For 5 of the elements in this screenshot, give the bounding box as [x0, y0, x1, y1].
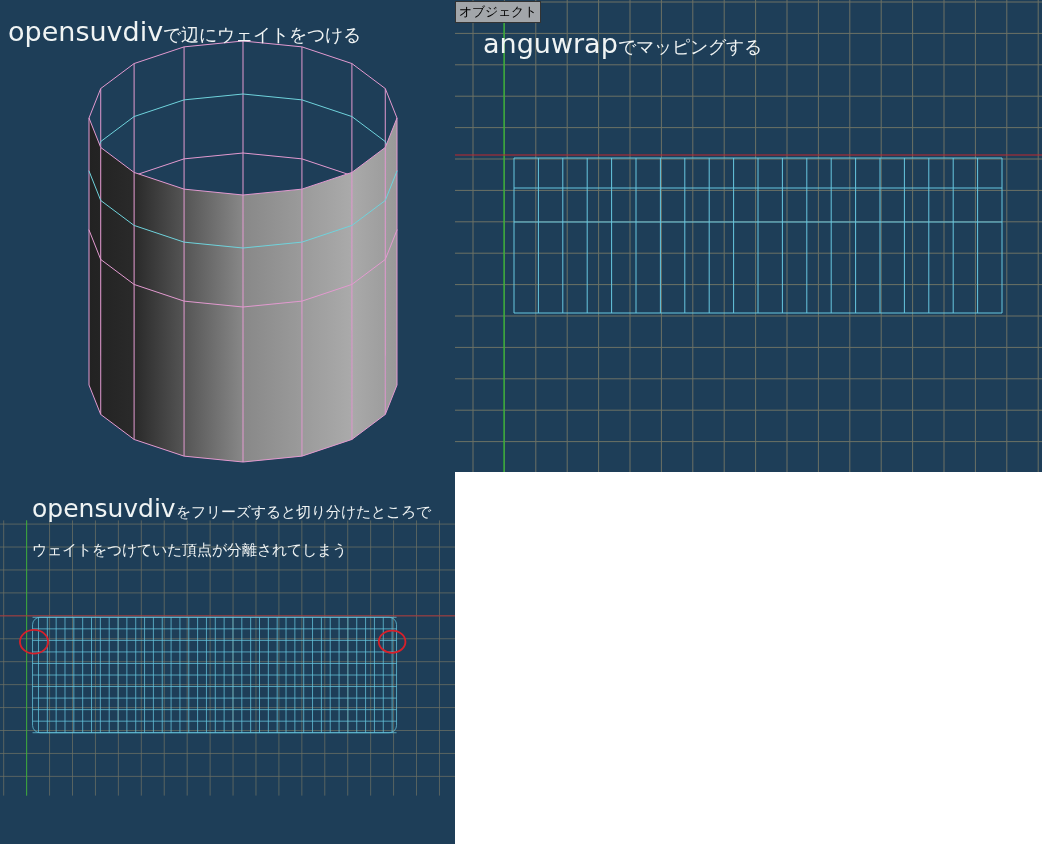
caption-text: anguwrapでマッピングする	[483, 28, 762, 59]
caption-text: opensuvdivをフリーズすると切り分けたところで	[32, 494, 431, 523]
caption-text: opensuvdivで辺にウェイトをつける	[8, 16, 362, 47]
caption-text: ウェイトをつけていた頂点が分離されてしまう	[32, 541, 348, 560]
object-button[interactable]: オブジェクト	[455, 1, 541, 23]
